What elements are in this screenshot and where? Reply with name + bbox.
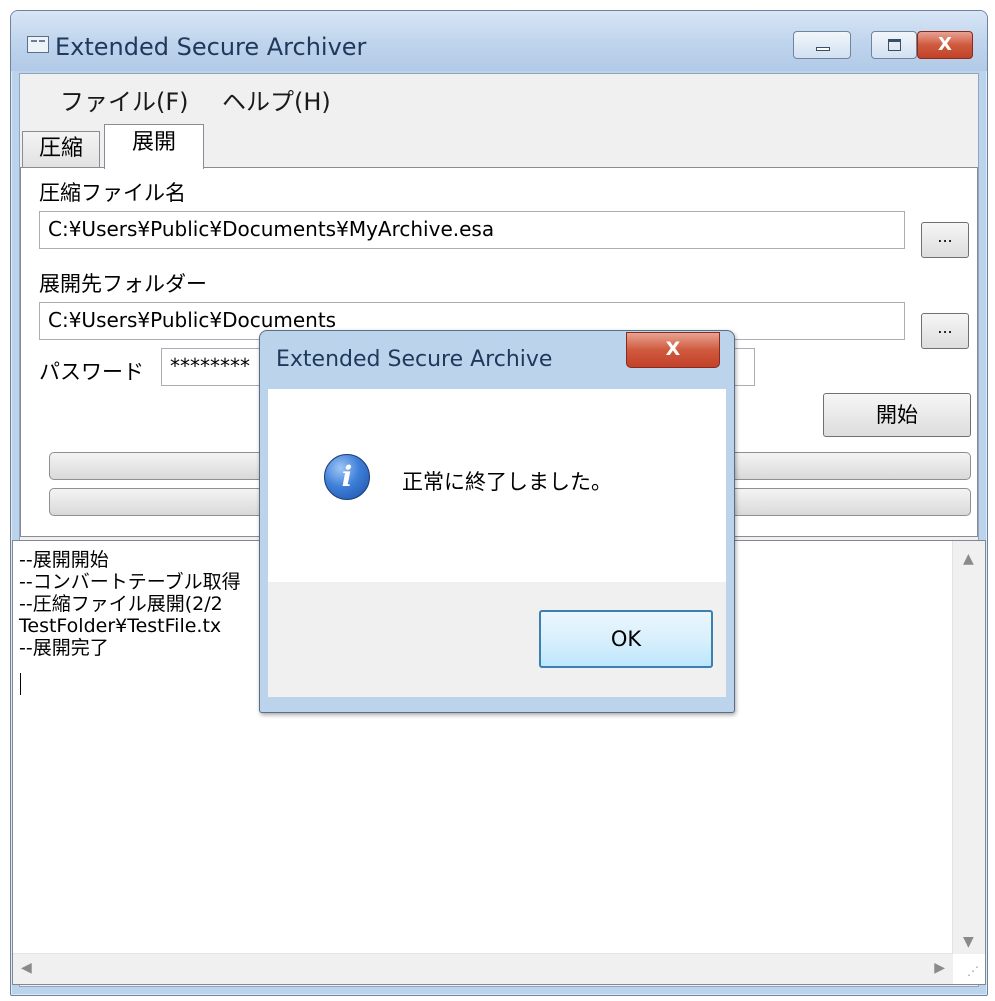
scroll-left-icon[interactable]: ◀ <box>21 960 32 976</box>
horizontal-scrollbar[interactable]: ◀ ▶ <box>13 953 953 984</box>
maximize-button[interactable] <box>871 31 917 59</box>
tab-extract[interactable]: 展開 <box>104 124 204 169</box>
scroll-up-icon[interactable]: ▲ <box>963 551 974 567</box>
text-caret <box>20 673 21 695</box>
log-line: --圧縮ファイル展開(2/2 <box>19 593 223 615</box>
vertical-scrollbar[interactable]: ▲ ▼ <box>952 541 985 954</box>
close-button[interactable]: X <box>917 31 973 59</box>
window-title: Extended Secure Archiver <box>55 33 367 61</box>
tab-compress[interactable]: 圧縮 <box>22 131 100 167</box>
scroll-right-icon[interactable]: ▶ <box>934 960 945 976</box>
archive-file-field[interactable]: C:¥Users¥Public¥Documents¥MyArchive.esa <box>39 211 905 249</box>
archive-browse-button[interactable]: ... <box>921 222 969 258</box>
dialog-title: Extended Secure Archive <box>276 347 553 372</box>
menu-bar: ファイル(F) ヘルプ(H) <box>20 74 978 120</box>
archive-file-label: 圧縮ファイル名 <box>39 181 186 205</box>
log-line: --コンバートテーブル取得 <box>19 571 241 593</box>
start-button[interactable]: 開始 <box>823 393 971 437</box>
dialog-footer: OK <box>268 582 726 697</box>
scroll-down-icon[interactable]: ▼ <box>963 934 974 950</box>
ok-button[interactable]: OK <box>539 610 713 668</box>
menu-help[interactable]: ヘルプ(H) <box>222 82 331 117</box>
message-dialog: Extended Secure Archive X i 正常に終了しました。 O… <box>259 330 735 713</box>
destination-folder-label: 展開先フォルダー <box>39 272 207 296</box>
dialog-close-button[interactable]: X <box>626 332 720 368</box>
log-line: --展開完了 <box>19 637 109 659</box>
password-label: パスワード <box>39 360 144 384</box>
app-icon[interactable] <box>27 36 49 53</box>
dialog-message: 正常に終了しました。 <box>402 470 612 494</box>
resize-grip-icon[interactable]: ⋰ <box>967 964 979 978</box>
destination-browse-button[interactable]: ... <box>921 313 969 349</box>
information-icon: i <box>324 454 370 500</box>
title-bar[interactable]: Extended Secure Archiver X <box>11 11 987 71</box>
menu-file[interactable]: ファイル(F) <box>60 82 189 117</box>
dialog-body: i 正常に終了しました。 <box>268 389 726 582</box>
log-line: --展開開始 <box>19 549 109 571</box>
minimize-button[interactable] <box>793 31 851 59</box>
log-line: TestFolder¥TestFile.tx <box>19 615 222 637</box>
